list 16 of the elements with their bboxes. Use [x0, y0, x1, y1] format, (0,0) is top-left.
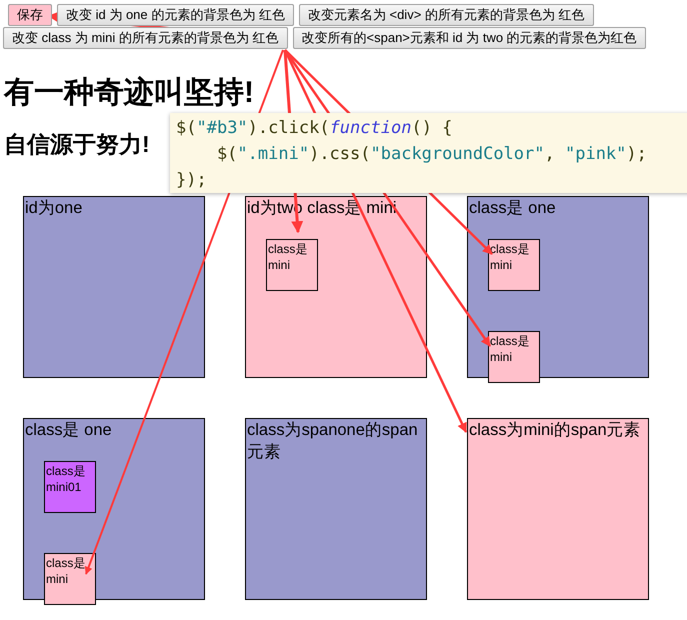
box-label: id为one	[24, 198, 84, 219]
action-button[interactable]: 保存	[8, 4, 52, 26]
box-label: class为spanone的span元素	[246, 420, 419, 463]
code-snippet: $("#b3").click(function() { $(".mini").css("backgroundColor", "pink"); });	[170, 113, 687, 193]
action-button[interactable]: 改变元素名为 <div> 的所有元素的背景色为 红色	[298, 4, 594, 26]
mini-box: class是mini01	[44, 461, 96, 513]
mini-box: class是mini	[44, 553, 96, 605]
page-heading: 有一种奇迹叫坚持!	[4, 75, 255, 111]
mini-box: class是mini	[488, 239, 540, 291]
mini-box: class是mini	[266, 239, 318, 291]
page-subheading: 自信源于努力!	[4, 130, 150, 159]
box-label: class为mini的span元素	[468, 420, 641, 441]
action-button[interactable]: 改变所有的<span>元素和 id 为 two 的元素的背景色为红色	[292, 27, 646, 49]
box-label: class是 one	[468, 198, 557, 219]
mini-box: class是mini	[488, 331, 540, 383]
box-label: class是 one	[24, 420, 113, 441]
